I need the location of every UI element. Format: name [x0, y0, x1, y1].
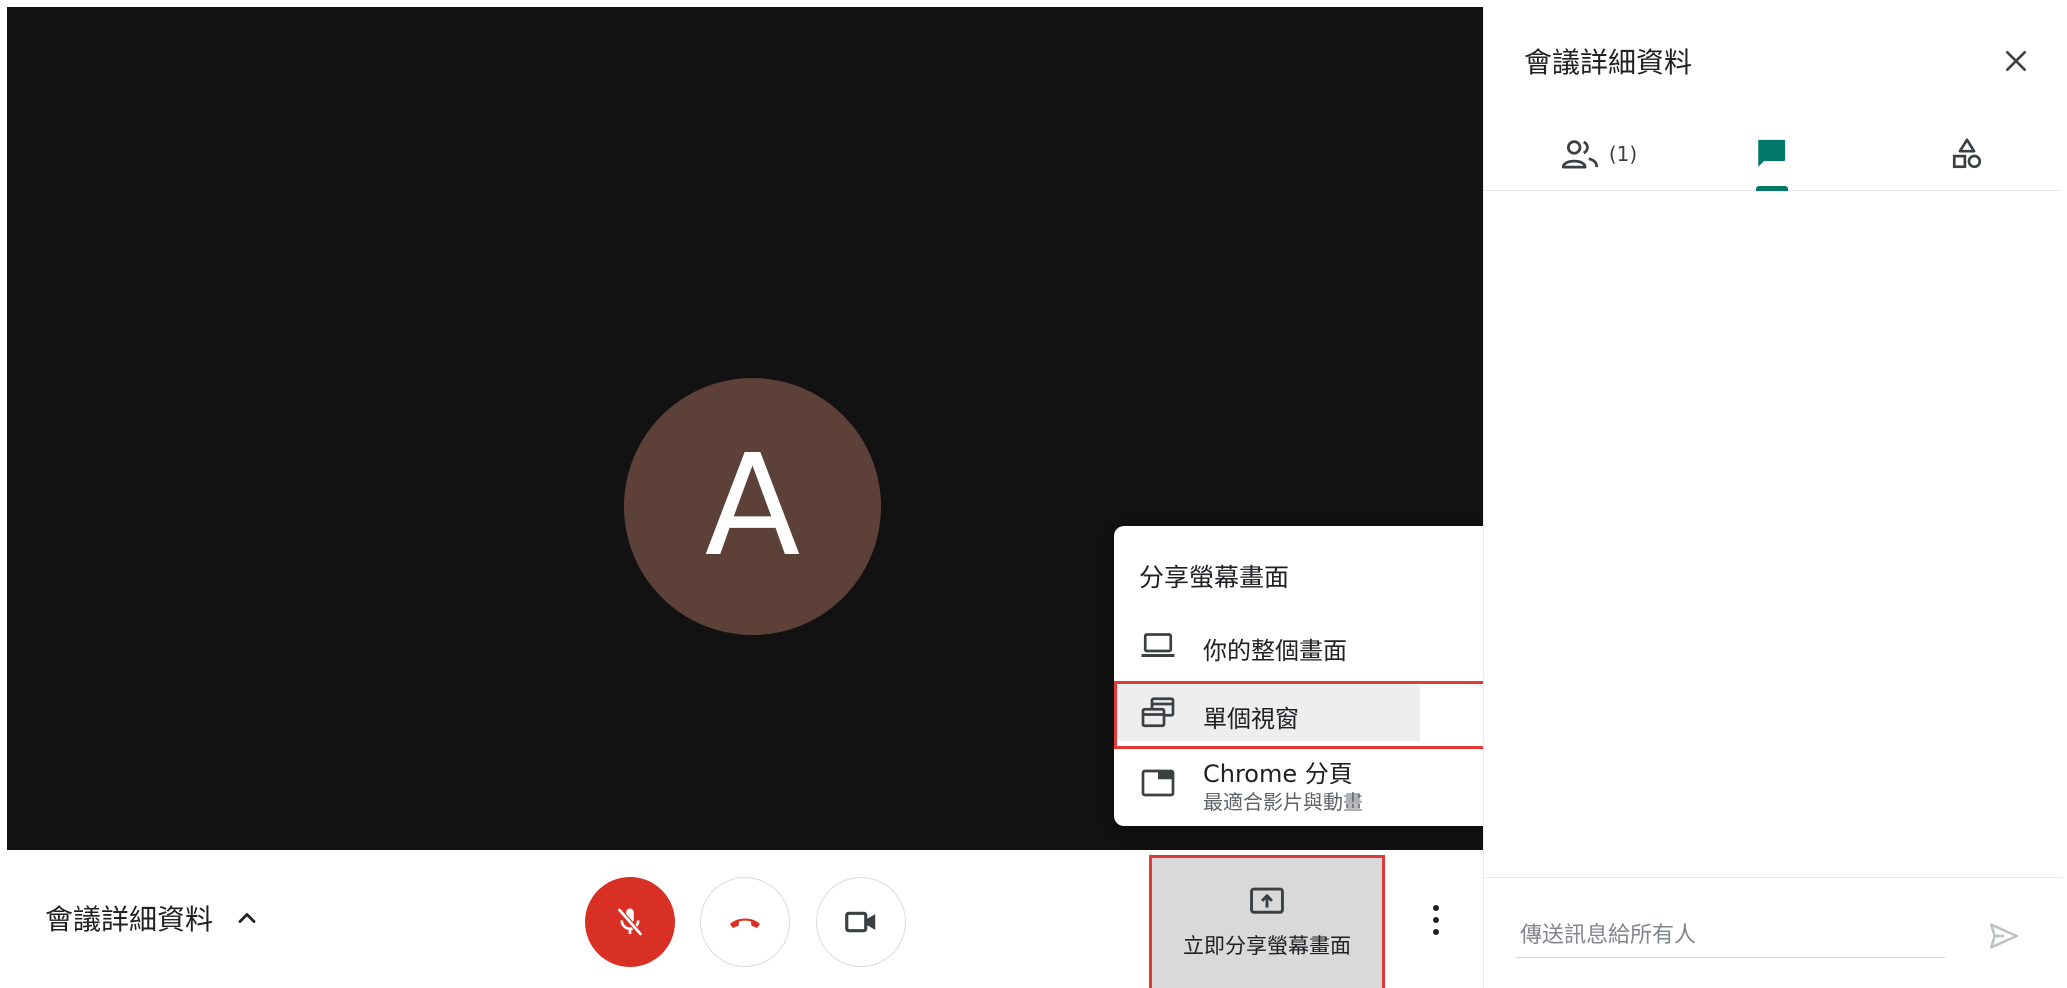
hang-up-button[interactable] [700, 877, 790, 967]
video-camera-icon [845, 911, 876, 933]
chat-icon [1758, 139, 1786, 167]
share-screen-menu: 分享螢幕畫面 你的整個畫面 單個視窗 Chrome 分頁 最適合影片與動畫 [1114, 526, 1524, 826]
meeting-details-panel: 會議詳細資料 (1) [1483, 7, 2062, 988]
present-now-button[interactable]: 立即分享螢幕畫面 [1149, 855, 1385, 988]
mic-off-icon [617, 908, 643, 936]
camera-toggle-button[interactable] [816, 877, 906, 967]
present-screen-icon [1250, 887, 1284, 914]
present-now-label: 立即分享螢幕畫面 [1183, 934, 1351, 958]
people-icon [1561, 140, 1598, 169]
window-stack-icon [1139, 694, 1177, 732]
tab-activities[interactable] [1912, 117, 2022, 191]
chat-input-row [1484, 877, 2062, 988]
menu-item-entire-screen[interactable]: 你的整個畫面 [1114, 619, 1524, 671]
menu-item-a-window[interactable]: 單個視窗 [1114, 681, 1524, 749]
send-icon [1989, 923, 2019, 949]
bottom-control-bar: 會議詳細資料 立即分享螢幕畫面 [7, 850, 1483, 988]
avatar-initial: A [704, 424, 801, 588]
menu-item-chrome-tab[interactable]: Chrome 分頁 最適合影片與動畫 [1114, 748, 1524, 818]
close-icon [2006, 51, 2026, 71]
tab-people[interactable]: (1) [1524, 117, 1674, 191]
send-message-button[interactable] [1984, 916, 2024, 956]
laptop-icon [1139, 626, 1177, 664]
shapes-icon [1952, 138, 1982, 169]
more-vert-icon [1433, 905, 1439, 935]
panel-title: 會議詳細資料 [1524, 46, 1693, 79]
tab-icon [1139, 764, 1177, 802]
chevron-up-icon [238, 913, 256, 923]
menu-item-label: 單個視窗 [1203, 705, 1299, 733]
share-menu-title: 分享螢幕畫面 [1139, 563, 1290, 592]
menu-item-label: Chrome 分頁 [1203, 760, 1353, 788]
more-options-button[interactable] [1418, 900, 1454, 940]
meeting-details-toggle[interactable]: 會議詳細資料 [45, 898, 261, 938]
menu-item-sublabel: 最適合影片與動畫 [1203, 790, 1363, 814]
menu-item-label: 你的整個畫面 [1203, 637, 1347, 665]
tab-chat[interactable] [1716, 117, 1826, 191]
close-panel-button[interactable] [1998, 43, 2034, 79]
panel-tabs: (1) [1484, 117, 2062, 191]
people-count: (1) [1608, 142, 1638, 166]
phone-hangup-icon [730, 918, 760, 928]
active-tab-indicator [1756, 186, 1788, 191]
chat-message-input[interactable] [1516, 914, 1946, 958]
participant-avatar: A [624, 378, 881, 635]
meeting-details-label: 會議詳細資料 [45, 903, 214, 936]
mic-toggle-button[interactable] [585, 877, 675, 967]
